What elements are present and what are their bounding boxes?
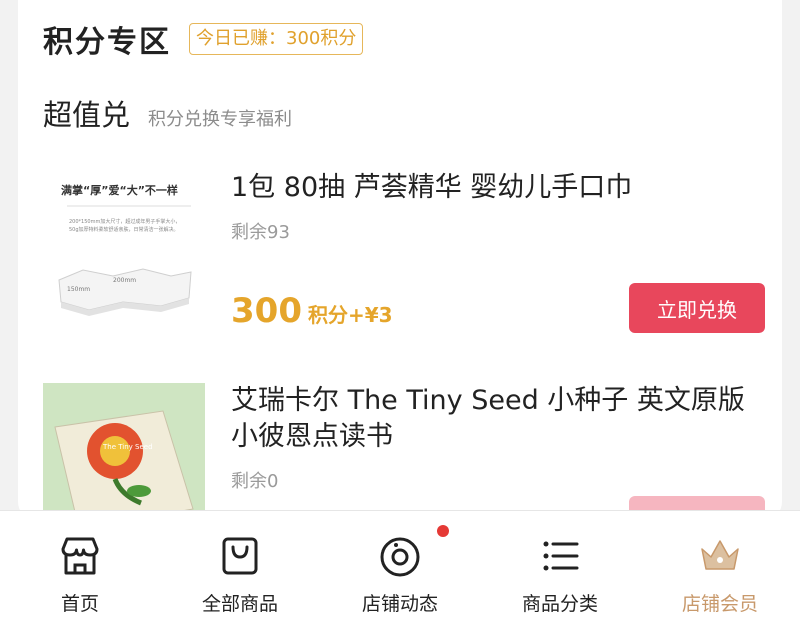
camera-icon xyxy=(380,537,420,577)
points-zone-header: 积分专区 今日已赚：300积分 xyxy=(43,14,364,64)
image-dimension: 150mm xyxy=(67,286,90,293)
bottom-tab-bar: 首页 全部商品 店铺动态 商品分类 店铺会员 xyxy=(0,510,800,620)
points-price: 300 积分+¥3 xyxy=(231,291,393,331)
product-image[interactable]: 满掌“厚”爱“大”不一样 200*150mm加大尺寸，超过成年男子手掌大小， 5… xyxy=(43,170,205,332)
tab-label: 首页 xyxy=(60,593,99,615)
bag-icon xyxy=(222,537,258,575)
product-title[interactable]: 1包 80抽 芦荟精华 婴幼儿手口巾 xyxy=(231,170,761,206)
tab-store-updates[interactable]: 店铺动态 xyxy=(320,511,480,620)
section-header: 超值兑 积分兑换专享福利 xyxy=(43,92,292,134)
image-headline: 满掌“厚”爱“大”不一样 xyxy=(61,183,178,197)
tab-label: 店铺会员 xyxy=(681,593,758,615)
image-caption: 50g加厚特料柔软舒适亲肤，日常清洁一张解决。 xyxy=(69,226,179,233)
book-title-art: The Tiny Seed xyxy=(102,443,153,451)
earned-points-badge: 今日已赚：300积分 xyxy=(189,23,364,55)
crown-icon xyxy=(701,540,739,570)
product-image[interactable]: The Tiny Seed xyxy=(43,383,205,520)
redeem-button[interactable]: 立即兑换 xyxy=(629,283,765,333)
tab-home[interactable]: 首页 xyxy=(0,511,160,620)
book-cover-illustration: The Tiny Seed xyxy=(43,383,205,520)
section-title: 超值兑 xyxy=(43,98,131,132)
tab-label: 商品分类 xyxy=(521,593,598,615)
stock-remaining: 剩余0 xyxy=(231,471,279,492)
tab-label: 全部商品 xyxy=(201,593,278,615)
product-title[interactable]: 艾瑞卡尔 The Tiny Seed 小种子 英文原版 小彼恩点读书 xyxy=(231,383,761,455)
page-title: 积分专区 xyxy=(43,25,171,60)
image-dimension: 200mm xyxy=(113,277,136,284)
list-icon xyxy=(543,541,579,571)
store-icon xyxy=(61,537,99,575)
points-zone-card: 积分专区 今日已赚：300积分 超值兑 积分兑换专享福利 满掌“厚”爱“大”不一… xyxy=(18,0,782,520)
stock-remaining: 剩余93 xyxy=(231,222,290,243)
points-amount: 300 xyxy=(231,291,302,331)
image-caption: 200*150mm加大尺寸，超过成年男子手掌大小， xyxy=(69,218,180,225)
tab-label: 店铺动态 xyxy=(361,593,438,615)
tissue-pack-illustration: 满掌“厚”爱“大”不一样 200*150mm加大尺寸，超过成年男子手掌大小， 5… xyxy=(58,183,192,316)
list-item[interactable]: 满掌“厚”爱“大”不一样 200*150mm加大尺寸，超过成年男子手掌大小， 5… xyxy=(43,170,765,335)
tab-store-membership[interactable]: 店铺会员 xyxy=(640,511,800,620)
points-suffix: 积分+¥3 xyxy=(307,303,393,327)
tab-categories[interactable]: 商品分类 xyxy=(480,511,640,620)
section-subtitle: 积分兑换专享福利 xyxy=(148,109,293,130)
list-item[interactable]: The Tiny Seed 艾瑞卡尔 The Tiny Seed 小种子 英文原… xyxy=(43,383,765,520)
tab-all-products[interactable]: 全部商品 xyxy=(160,511,320,620)
notification-dot xyxy=(437,525,449,537)
